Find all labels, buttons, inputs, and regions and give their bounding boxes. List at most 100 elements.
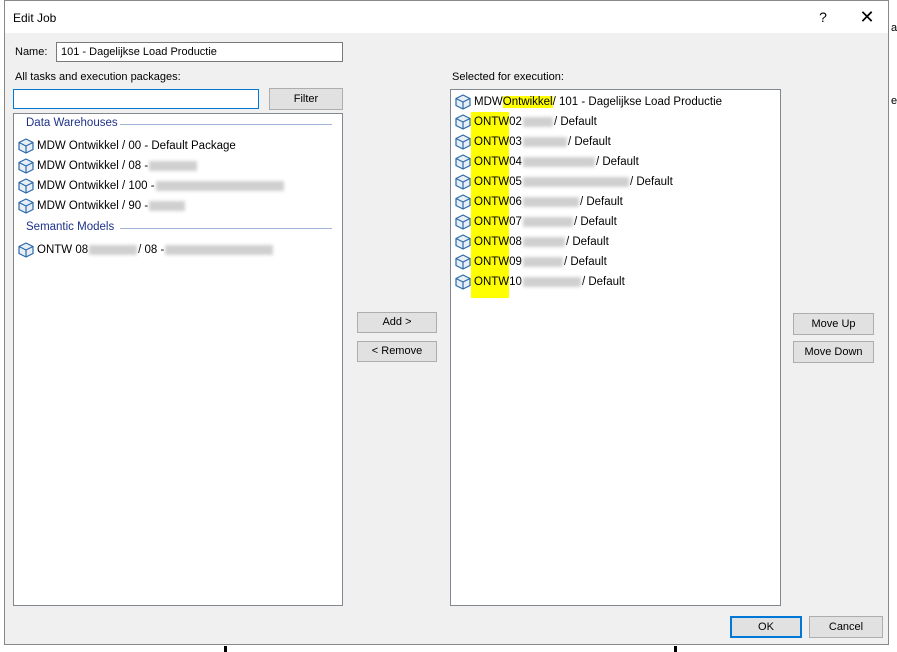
package-cube-icon	[18, 198, 34, 214]
remove-button[interactable]: < Remove	[357, 341, 437, 362]
ok-button[interactable]: OK	[730, 616, 802, 638]
list-item-label-mid: / 08 -	[138, 244, 165, 256]
help-button[interactable]: ?	[810, 4, 836, 30]
redacted-text	[522, 277, 581, 287]
highlighted-match: ONTW	[474, 256, 510, 268]
package-cube-icon	[455, 94, 471, 110]
add-button[interactable]: Add >	[357, 312, 437, 333]
move-down-button[interactable]: Move Down	[793, 341, 874, 363]
list-item-number: 09	[509, 256, 522, 268]
package-cube-icon	[18, 178, 34, 194]
selected-label: Selected for execution:	[452, 71, 564, 83]
list-item-label: / Default	[579, 196, 623, 208]
redacted-text	[89, 245, 138, 255]
list-item[interactable]: ONTW 06 / Default	[455, 192, 623, 212]
list-item[interactable]: ONTW 07 / Default	[455, 212, 617, 232]
package-cube-icon	[455, 214, 471, 230]
package-cube-icon	[455, 114, 471, 130]
highlighted-match: ONTW	[474, 116, 510, 128]
list-item-label: / Default	[573, 216, 617, 228]
redacted-text	[522, 197, 579, 207]
list-item[interactable]: ONTW 08 / 08 -	[18, 240, 274, 260]
group-divider	[120, 124, 332, 125]
all-tasks-label: All tasks and execution packages:	[15, 71, 181, 83]
list-item[interactable]: ONTW 03 / Default	[455, 132, 611, 152]
dialog-title: Edit Job	[13, 11, 57, 25]
package-cube-icon	[455, 154, 471, 170]
redacted-text	[522, 117, 553, 127]
name-input[interactable]	[56, 42, 343, 62]
package-cube-icon	[455, 134, 471, 150]
highlighted-match: ONTW	[474, 276, 510, 288]
list-item-label: / Default	[565, 236, 609, 248]
highlighted-match: ONTW	[474, 156, 510, 168]
list-item-label: / Default	[629, 176, 673, 188]
group-divider	[120, 228, 332, 229]
background-edge-mark	[674, 646, 677, 652]
list-item[interactable]: ONTW 08 / Default	[455, 232, 609, 252]
highlighted-match: Ontwikkel	[502, 96, 553, 108]
package-cube-icon	[18, 158, 34, 174]
highlighted-match: ONTW	[474, 236, 510, 248]
list-item[interactable]: MDW Ontwikkel / 100 -	[18, 176, 285, 196]
redacted-text	[522, 137, 567, 147]
background-text-fragment: a	[891, 22, 897, 34]
group-header-data-warehouses: Data Warehouses	[26, 117, 118, 129]
package-cube-icon	[18, 138, 34, 154]
list-item-label: / Default	[581, 276, 625, 288]
redacted-text	[165, 245, 274, 255]
redacted-text	[522, 157, 595, 167]
background-text-fragment: e	[891, 95, 897, 107]
move-up-button[interactable]: Move Up	[793, 313, 874, 335]
redacted-text	[149, 161, 198, 171]
list-item-label: MDW Ontwikkel / 08 -	[37, 160, 149, 172]
list-item-label: / Default	[567, 136, 611, 148]
package-cube-icon	[18, 242, 34, 258]
filter-button[interactable]: Filter	[269, 88, 343, 110]
redacted-text	[522, 257, 563, 267]
list-item-label: / Default	[563, 256, 607, 268]
all-tasks-list[interactable]: Data Warehouses MDW Ontwikkel / 00 - Def…	[13, 113, 343, 606]
list-item-number: 07	[509, 216, 522, 228]
redacted-text	[522, 217, 573, 227]
list-item-label: / Default	[595, 156, 639, 168]
edit-job-dialog: Edit Job ? ✕ Name: All tasks and executi…	[4, 0, 889, 645]
list-item[interactable]: MDW Ontwikkel / 08 -	[18, 156, 198, 176]
list-item-label: MDW Ontwikkel / 00 - Default Package	[37, 140, 236, 152]
list-item-label: ONTW 08	[37, 244, 89, 256]
redacted-text	[522, 237, 565, 247]
list-item[interactable]: ONTW 09 / Default	[455, 252, 607, 272]
list-item-number: 10	[509, 276, 522, 288]
selected-list[interactable]: MDW Ontwikkel / 101 - Dagelijkse Load Pr…	[450, 89, 781, 606]
package-cube-icon	[455, 254, 471, 270]
list-item-label: MDW Ontwikkel / 100 -	[37, 180, 155, 192]
redacted-text	[155, 181, 284, 191]
search-input[interactable]	[13, 89, 259, 109]
redacted-text	[522, 177, 629, 187]
package-cube-icon	[455, 234, 471, 250]
list-item[interactable]: ONTW 05 / Default	[455, 172, 673, 192]
highlighted-match: ONTW	[474, 196, 510, 208]
list-item[interactable]: MDW Ontwikkel / 90 -	[18, 196, 186, 216]
close-button[interactable]: ✕	[850, 4, 884, 30]
list-item[interactable]: MDW Ontwikkel / 101 - Dagelijkse Load Pr…	[455, 92, 722, 112]
title-bar: Edit Job ? ✕	[5, 1, 888, 33]
list-item[interactable]: ONTW 02 / Default	[455, 112, 597, 132]
highlighted-match: ONTW	[474, 216, 510, 228]
list-item-number: 03	[509, 136, 522, 148]
package-cube-icon	[455, 274, 471, 290]
list-item-label: / 101 - Dagelijkse Load Productie	[552, 96, 723, 108]
package-cube-icon	[455, 194, 471, 210]
group-header-semantic-models: Semantic Models	[26, 221, 115, 233]
package-cube-icon	[455, 174, 471, 190]
list-item[interactable]: ONTW 10 / Default	[455, 272, 625, 292]
list-item[interactable]: ONTW 04 / Default	[455, 152, 639, 172]
cancel-button[interactable]: Cancel	[809, 616, 883, 638]
list-item-number: 04	[509, 156, 522, 168]
list-item[interactable]: MDW Ontwikkel / 00 - Default Package	[18, 136, 236, 156]
highlighted-match: ONTW	[474, 176, 510, 188]
list-item-label: / Default	[553, 116, 597, 128]
background-edge-mark	[224, 646, 227, 652]
list-item-number: 06	[509, 196, 522, 208]
list-item-label: MDW	[474, 96, 503, 108]
